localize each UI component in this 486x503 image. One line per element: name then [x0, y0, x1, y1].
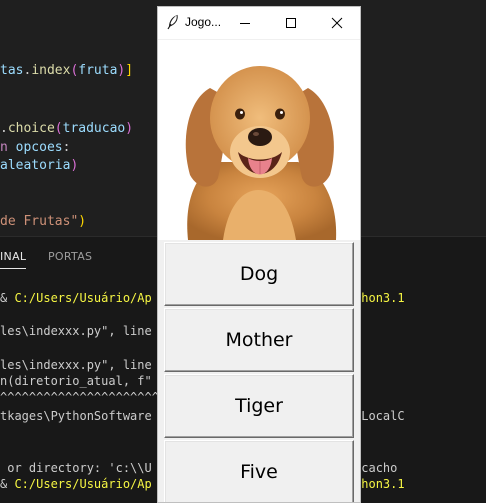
active-tab-indicator: [0, 268, 26, 269]
code-token: ^^^^^^^^^^^^^^^^^^^^^^: [0, 390, 159, 404]
code-token: aleatoria: [0, 158, 71, 173]
title-bar[interactable]: Jogo...: [158, 7, 360, 39]
code-token: n(diretorio_atual, f": [0, 374, 152, 388]
terminal-line: n(diretorio_atual, f": [0, 374, 152, 389]
terminal-line: les\indexxx.py", line: [0, 358, 152, 373]
code-line: de Frutas"): [0, 214, 86, 230]
code-line: aleatoria): [0, 158, 78, 174]
close-icon: [331, 17, 343, 29]
minimize-button[interactable]: [222, 7, 268, 39]
window-title: Jogo...: [185, 15, 222, 29]
code-token: ): [70, 158, 79, 173]
code-line: tas.index(fruta)]: [0, 63, 133, 79]
code-line: .choice(traducao): [0, 121, 133, 137]
code-token: fruta: [78, 63, 118, 78]
maximize-button[interactable]: [268, 7, 314, 39]
code-token: choice: [7, 121, 55, 136]
answer-button-five[interactable]: Five: [164, 440, 354, 502]
code-token: C:/Users/Usuário/Ap: [14, 291, 152, 305]
code-token: tas: [0, 63, 24, 78]
code-token: traducao: [62, 121, 126, 136]
feather-icon: [167, 14, 178, 30]
code-line: n opcoes:: [0, 140, 70, 156]
code-token: opcoes: [15, 140, 63, 155]
dog-illustration: [185, 66, 337, 240]
tab-ports[interactable]: PORTAS: [48, 250, 92, 263]
code-token: de Frutas": [0, 214, 79, 229]
answer-button-dog[interactable]: Dog: [164, 242, 354, 306]
code-token: &: [0, 291, 15, 305]
answer-button-tiger[interactable]: Tiger: [164, 374, 354, 438]
code-token: n: [0, 140, 16, 155]
tab-terminal[interactable]: INAL: [0, 250, 26, 263]
code-token: index: [31, 63, 71, 78]
code-token: .: [0, 121, 8, 136]
code-token: les\indexxx.py", line: [0, 324, 152, 338]
code-token: (: [54, 121, 63, 136]
game-window: Jogo... Dog Mother Tiger Five: [157, 6, 361, 503]
code-token: ): [125, 121, 134, 136]
code-token: or directory: 'c:\\U: [0, 461, 152, 475]
answer-button-mother[interactable]: Mother: [164, 308, 354, 372]
code-token: &: [0, 477, 15, 491]
maximize-icon: [286, 18, 296, 28]
code-token: :: [62, 140, 71, 155]
code-token: ): [78, 214, 87, 229]
terminal-line: ^^^^^^^^^^^^^^^^^^^^^^: [0, 390, 159, 405]
close-button[interactable]: [314, 7, 360, 39]
code-token: tkages\PythonSoftware: [0, 409, 152, 423]
code-token: les\indexxx.py", line: [0, 358, 152, 372]
minimize-icon: [240, 23, 250, 24]
terminal-line: les\indexxx.py", line: [0, 324, 152, 339]
dog-image: [158, 40, 360, 240]
code-token: C:/Users/Usuário/Ap: [14, 477, 152, 491]
code-token: ]: [125, 63, 134, 78]
